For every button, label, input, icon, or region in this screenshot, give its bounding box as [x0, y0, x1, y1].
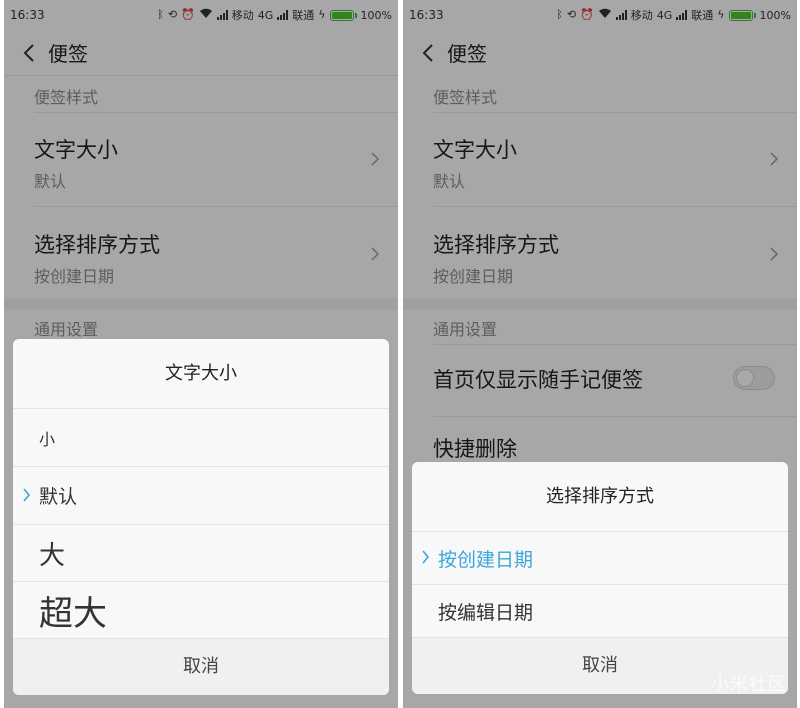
watermark: 小米社区	[711, 674, 787, 695]
option-by-edited[interactable]: 按编辑日期	[412, 585, 788, 638]
option-default[interactable]: 默认	[13, 467, 389, 525]
phone-screen-sort: 16:33 ᛒ ⟲ ⏰ 移动 4G 联通 ϟ 100% 便签 便签样式 文字大小…	[403, 0, 797, 708]
option-label: 超大	[39, 593, 107, 634]
option-small[interactable]: 小	[13, 409, 389, 467]
font-size-dialog: 文字大小 小 默认 大 超大 取消	[13, 339, 389, 695]
option-label: 默认	[39, 486, 78, 508]
check-icon	[422, 550, 430, 564]
phone-screen-font-size: 16:33 ᛒ ⟲ ⏰ 移动 4G 联通 ϟ 100% 便签 便签样式 文字大小…	[4, 0, 398, 708]
dialog-title: 文字大小	[13, 339, 389, 409]
option-large[interactable]: 大	[13, 525, 389, 582]
option-label: 按编辑日期	[438, 601, 534, 624]
option-label: 按创建日期	[438, 548, 534, 571]
option-label: 大	[39, 540, 66, 571]
check-icon	[23, 487, 31, 502]
sort-dialog: 选择排序方式 按创建日期 按编辑日期 取消	[412, 462, 788, 694]
cancel-button[interactable]: 取消	[13, 639, 389, 695]
option-label: 小	[39, 429, 56, 449]
option-by-created[interactable]: 按创建日期	[412, 532, 788, 585]
option-extra-large[interactable]: 超大	[13, 582, 389, 639]
dialog-title: 选择排序方式	[412, 462, 788, 532]
